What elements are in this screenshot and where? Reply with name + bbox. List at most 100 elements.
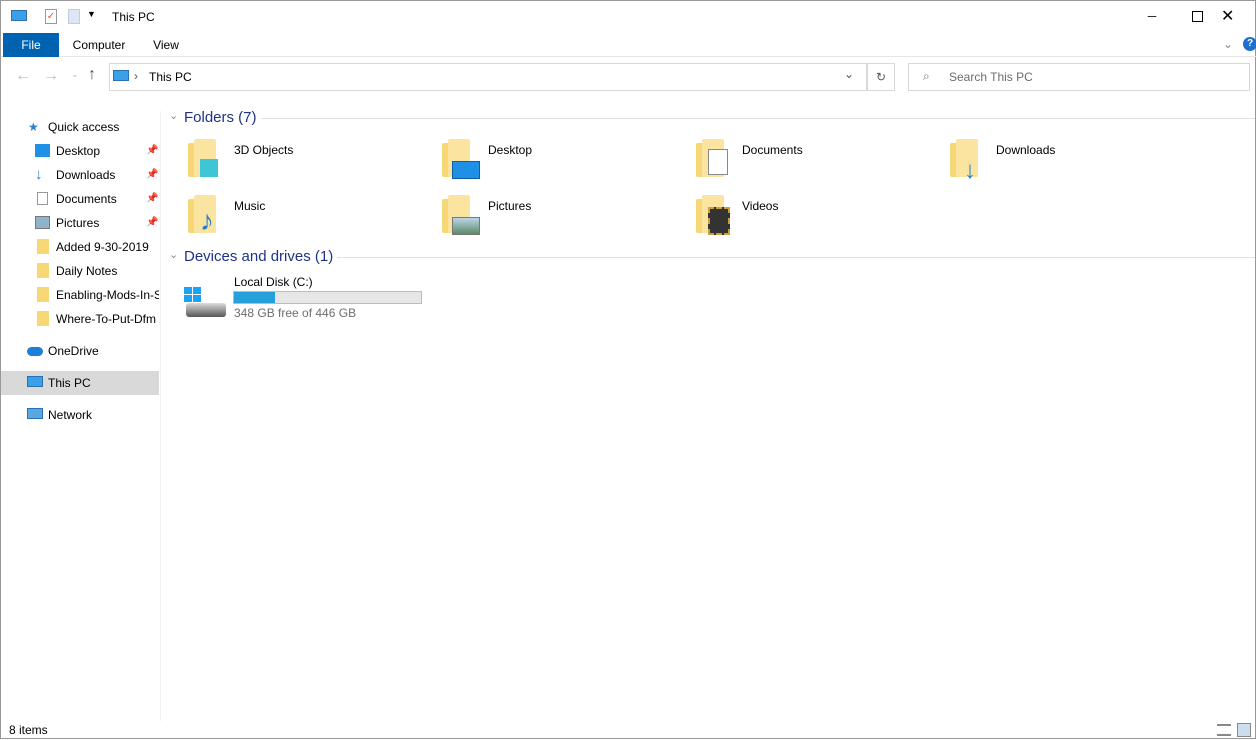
close-button[interactable]: ✕ [1221, 1, 1256, 33]
desktop-folder-icon [442, 139, 480, 179]
navigation-pane: ★ Quick access Desktop 📌 ↓ Downloads 📌 Docum… [1, 111, 161, 721]
folder-icon [37, 287, 49, 302]
tab-computer[interactable]: Computer [63, 33, 135, 57]
drive-usage-bar [233, 291, 422, 304]
drive-usage-fill [234, 292, 276, 303]
nav-this-pc[interactable]: This PC [1, 371, 159, 395]
downloads-icon: ↓ [35, 166, 43, 183]
collapse-drives-icon[interactable]: ⌄ [169, 248, 178, 261]
nav-quick-access[interactable]: ★ Quick access [1, 115, 159, 139]
address-dropdown-icon[interactable]: ⌄ [844, 67, 854, 81]
this-pc-icon [11, 10, 27, 21]
properties-icon[interactable]: ✓ [45, 9, 57, 24]
drive-free-space: 348 GB free of 446 GB [234, 306, 357, 320]
title-bar: ✓ ▼ This PC ─ ✕ [1, 1, 1256, 33]
drives-header[interactable]: Devices and drives (1) [184, 248, 333, 265]
nav-network[interactable]: Network [1, 403, 159, 427]
folder-item[interactable]: Pictures [442, 195, 682, 243]
documents-folder-icon [696, 139, 728, 179]
drive-icon [184, 287, 226, 317]
new-folder-icon[interactable] [68, 9, 80, 24]
refresh-button[interactable]: ↻ [867, 63, 895, 91]
videos-folder-icon [696, 195, 730, 235]
nav-label: Quick access [48, 120, 120, 134]
details-view-button[interactable] [1217, 724, 1231, 736]
back-button[interactable]: ← [15, 67, 31, 85]
documents-icon [37, 192, 48, 205]
minimize-button[interactable]: ─ [1129, 1, 1175, 33]
drive-name: Local Disk (C:) [234, 275, 313, 289]
nav-recent-folder[interactable]: Added 9-30-2019 [1, 235, 159, 259]
pictures-folder-icon [442, 195, 480, 235]
folder-name: Videos [742, 199, 779, 213]
pin-icon[interactable]: 📌 [146, 211, 158, 235]
nav-label: Documents [56, 192, 117, 206]
nav-label: Daily Notes [56, 264, 118, 278]
maximize-button[interactable] [1175, 1, 1221, 33]
ribbon-tabs: File Computer View ⌄ ? [1, 33, 1256, 57]
drive-item[interactable]: Local Disk (C:) 348 GB free of 446 GB [181, 273, 431, 323]
tab-file[interactable]: File [3, 33, 59, 57]
status-bar: 8 items [1, 721, 1256, 740]
expand-ribbon-icon[interactable]: ⌄ [1223, 37, 1233, 51]
customize-toolbar-icon[interactable]: ▼ [87, 9, 96, 19]
nav-label: Pictures [56, 216, 100, 230]
nav-label: Network [48, 408, 93, 422]
folder-icon [37, 239, 49, 254]
star-icon: ★ [28, 120, 39, 134]
nav-documents[interactable]: Documents 📌 [1, 187, 159, 211]
folder-item[interactable]: Desktop [442, 139, 682, 187]
3d-objects-folder-icon [188, 139, 218, 179]
recent-locations-icon[interactable]: ⌄ [71, 69, 79, 80]
nav-onedrive[interactable]: OneDrive [1, 339, 159, 363]
up-button[interactable]: ↑ [88, 66, 96, 84]
network-icon [27, 408, 43, 419]
nav-label: Downloads [56, 168, 116, 182]
large-icons-view-button[interactable] [1237, 723, 1251, 737]
folder-item[interactable]: ♪ Music [188, 195, 428, 243]
nav-downloads[interactable]: ↓ Downloads 📌 [1, 163, 159, 187]
nav-label: Added 9-30-2019 [56, 240, 149, 254]
folder-item[interactable]: Videos [696, 195, 936, 243]
breadcrumb-separator-icon[interactable]: › [134, 69, 138, 83]
folders-header[interactable]: Folders (7) [184, 109, 257, 126]
address-bar[interactable]: › This PC ⌄ [109, 63, 867, 91]
search-icon: ⌕ [923, 69, 930, 83]
folder-item[interactable]: Documents [696, 139, 936, 187]
folder-icon [37, 263, 49, 278]
nav-recent-folder[interactable]: Where-To-Put-Dfm [1, 307, 159, 331]
nav-label: Desktop [56, 144, 101, 158]
this-pc-icon [27, 376, 43, 387]
pin-icon[interactable]: 📌 [146, 139, 158, 163]
music-folder-icon: ♪ [188, 195, 218, 235]
folder-icon [37, 311, 49, 326]
window-title: This PC [112, 10, 155, 24]
breadcrumb-this-pc[interactable]: This PC [149, 70, 192, 84]
nav-label: Where-To-Put-Dfm [56, 312, 157, 326]
nav-recent-folder[interactable]: Daily Notes [1, 259, 159, 283]
collapse-folders-icon[interactable]: ⌄ [169, 109, 178, 122]
pin-icon[interactable]: 📌 [146, 187, 158, 211]
nav-label: Enabling-Mods-In-S [56, 288, 159, 302]
tab-view[interactable]: View [141, 33, 191, 57]
folder-item[interactable]: ↓ Downloads [950, 139, 1190, 187]
folder-name: Documents [742, 143, 803, 157]
desktop-icon [35, 144, 50, 157]
forward-button[interactable]: → [43, 67, 59, 85]
pin-icon[interactable]: 📌 [146, 163, 158, 187]
nav-label: This PC [48, 376, 91, 390]
folder-name: Music [234, 199, 266, 213]
cloud-icon [27, 347, 43, 356]
nav-desktop[interactable]: Desktop 📌 [1, 139, 159, 163]
help-icon[interactable]: ? [1243, 37, 1256, 51]
downloads-folder-icon: ↓ [950, 139, 980, 183]
folder-item[interactable]: 3D Objects [188, 139, 428, 187]
item-count: 8 items [9, 723, 48, 737]
folder-name: Pictures [488, 199, 532, 213]
search-input[interactable]: Search This PC [908, 63, 1250, 91]
nav-label: OneDrive [48, 344, 99, 358]
pictures-icon [35, 216, 50, 229]
nav-recent-folder[interactable]: Enabling-Mods-In-S [1, 283, 159, 307]
nav-pictures[interactable]: Pictures 📌 [1, 211, 159, 235]
this-pc-icon [113, 70, 129, 81]
